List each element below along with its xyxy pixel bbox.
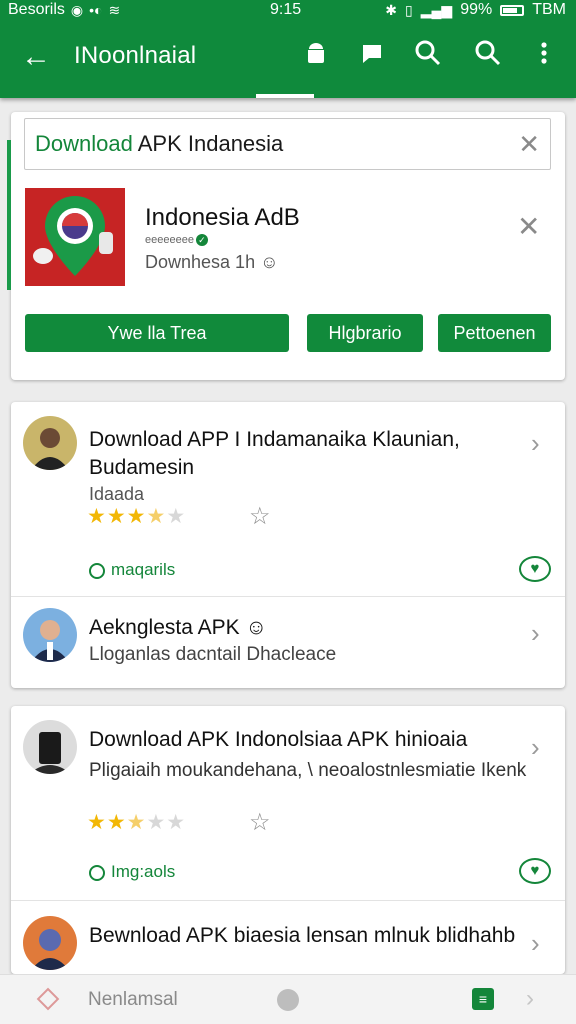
chat-icon[interactable] [354,40,390,76]
info-circle-icon [89,562,105,579]
app-icon[interactable] [25,188,125,286]
clock: 9:15 [270,1,302,18]
avatar [23,416,77,470]
search-input[interactable]: Download APK Indanesia ✕ [24,118,551,170]
rating-stars: ★★★★★ [87,811,187,834]
item-description: Lloganlas dacntail Dhacleace [89,644,337,665]
result-list-card: Download APK Indonolsiaa APK hinioaia Pl… [11,706,565,974]
tab-indicator [256,94,314,98]
status-bar: Besorils ◉ •◐ ≋ 9:15 ✱ ▯ ▂▄▆ 99% TBM [0,0,576,22]
tertiary-button[interactable]: Pettoenen [438,314,551,352]
signal-dots-icon: •◐ [89,2,103,18]
favorite-icon[interactable]: ♥ [519,556,551,582]
item-subtitle: Idaada [89,484,145,504]
bottom-bar: Nenlamsal ≡ › [0,974,576,1024]
info-circle-icon [89,864,105,881]
page-title: INoonlnaial [74,42,197,69]
app-bar: Besorils ◉ •◐ ≋ 9:15 ✱ ▯ ▂▄▆ 99% TBM ← I… [0,0,576,98]
battery-percent: 99% [460,1,493,18]
app-developer: eeeeeeee ✓ [145,234,208,246]
sync-icon: ◉ [70,2,84,18]
bluetooth-icon: ✱ [385,2,398,18]
vibrate-icon: ▯ [405,2,413,18]
search-query-text: APK Indanesia [132,131,284,156]
back-arrow-icon[interactable]: ← [18,40,54,76]
search-icon[interactable] [410,40,446,76]
secondary-button[interactable]: Hlgbrario [307,314,423,352]
emoji-icon: ☺ [245,616,267,639]
avatar [23,608,77,662]
item-title: Bewnload APK biaesia lensan mlnuk blidha… [89,924,516,947]
bottom-bar-label[interactable]: Nenlamsal [88,989,178,1011]
network-label: TBM [532,1,566,18]
more-vert-icon[interactable] [526,40,562,76]
accent-bar [7,140,11,290]
search-result-card: Download APK Indanesia ✕ Indonesia AdB e… [7,112,565,380]
emoji-icon: ☺ [260,252,279,272]
chevron-right-icon[interactable]: › [526,985,534,1013]
diamond-icon[interactable] [36,987,60,1011]
star-outline-icon[interactable]: ☆ [249,808,271,837]
divider [11,596,565,597]
app-square-icon[interactable]: ≡ [472,988,494,1010]
primary-button[interactable]: Ywe lla Trea [25,314,289,352]
divider [11,900,565,901]
dismiss-icon[interactable]: ✕ [517,210,540,243]
chevron-right-icon[interactable]: › [531,618,551,649]
cell-signal-icon: ▂▄▆ [420,2,453,18]
android-icon[interactable] [298,40,334,76]
result-list-card: Download APP I Indamanaika Klaunian, Bud… [11,402,565,688]
chevron-right-icon[interactable]: › [531,732,551,763]
battery-icon [500,4,525,16]
carrier-label: Besorils [8,1,65,18]
favorite-icon[interactable]: ♥ [519,858,551,884]
rating-stars: ★★★★★ [87,505,187,528]
wifi-icon: ≋ [108,2,121,18]
item-meta: Img:aols [89,862,175,882]
search-alt-icon[interactable] [470,40,506,76]
item-description: Pligaiaih moukandehana, \ neoalostnlesmi… [89,760,527,781]
item-title: Download APP I Indamanaika Klaunian, Bud… [89,428,460,479]
chevron-right-icon[interactable]: › [531,428,551,459]
item-title: Download APK Indonolsiaa APK hinioaia [89,728,468,751]
clear-search-icon[interactable]: ✕ [518,119,540,169]
avatar [23,916,77,970]
item-meta: maqarils [89,560,175,580]
app-downloads: Downhesa 1h ☺ [145,252,279,272]
verified-icon: ✓ [195,234,208,246]
item-title: Aeknglesta APK ☺ [89,616,267,639]
toolbar: ← INoonlnaial [0,22,576,94]
chevron-right-icon[interactable]: › [531,928,551,959]
app-name: Indonesia AdB [145,204,300,231]
avatar [23,720,77,774]
home-circle-icon[interactable] [277,989,299,1011]
star-outline-icon[interactable]: ☆ [249,502,271,531]
search-query-prefix: Download [35,131,133,156]
